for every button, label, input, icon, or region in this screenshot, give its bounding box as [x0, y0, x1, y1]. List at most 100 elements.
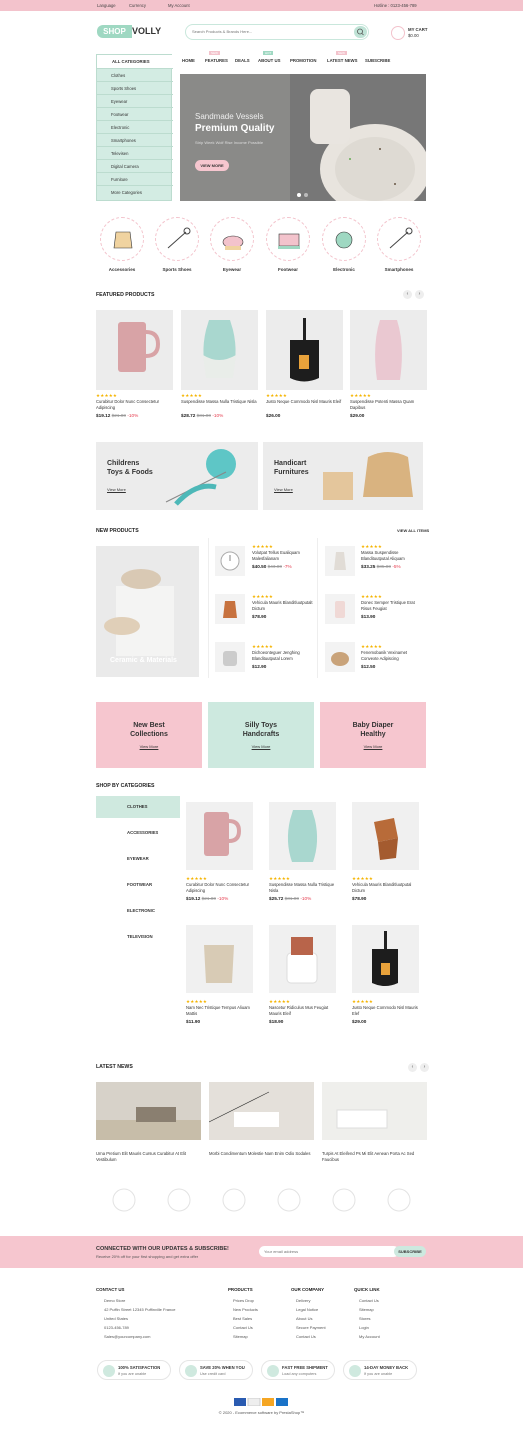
product-thumb[interactable] — [215, 546, 245, 576]
nav-subscribe[interactable]: SUBSCRIBE — [365, 58, 390, 63]
nav-deals[interactable]: DEALS — [235, 58, 250, 63]
news-title[interactable]: Urna Pretium Elit Mauris Cursus Curabitu… — [96, 1151, 201, 1162]
icon-electronic[interactable] — [322, 217, 366, 261]
product-name[interactable]: Volutpat Tellus Eualiquam Malesfalianam — [252, 550, 314, 561]
category-item-furniture[interactable]: Furniture — [97, 173, 173, 186]
featured-next-button[interactable]: › — [415, 290, 424, 299]
tile2-link[interactable]: View More — [208, 744, 314, 749]
category-item-footwear[interactable]: Footwear — [97, 108, 173, 121]
product-image[interactable] — [186, 925, 253, 993]
hero-button[interactable]: VIEW MORE — [195, 160, 229, 171]
tile-collections[interactable]: New Best Collections View More — [96, 702, 202, 768]
product-name[interactable]: Vehicula Mauris Blanditluutputal Dictum — [352, 882, 422, 893]
product-name[interactable]: Fenemobanik Vexinamet Convexte Adipiscin… — [361, 650, 423, 661]
product-name[interactable]: Suspendisse Massa Nulla Tristique Nisla — [181, 399, 258, 405]
promo-banner-toys[interactable]: Childrens Toys & Foods View More — [96, 442, 258, 510]
footer-link[interactable]: Contact Us — [296, 1332, 316, 1342]
product-name[interactable]: Vehicula Mauris Blanditluutputalt Dictum — [252, 600, 314, 611]
news-prev-button[interactable]: ‹ — [408, 1063, 417, 1072]
tab-accessories[interactable]: ACCESSORIES — [96, 822, 180, 844]
product-image[interactable] — [96, 310, 173, 390]
account-link[interactable]: My Account — [168, 3, 190, 8]
product-thumb[interactable] — [325, 642, 355, 672]
news-next-button[interactable]: › — [420, 1063, 429, 1072]
search-input[interactable] — [192, 29, 342, 34]
product-thumb[interactable] — [215, 642, 245, 672]
currency-select[interactable]: Currency — [129, 3, 146, 8]
icon-smartphones[interactable] — [377, 217, 421, 261]
product-image[interactable] — [181, 310, 258, 390]
product-name[interactable]: Justo Neque Commodo Nisl Mauris Eleif — [266, 399, 343, 405]
category-item-clothes[interactable]: Clothes — [97, 69, 173, 82]
hero-slider[interactable]: Sandmade Vessels Premium Quality Strip W… — [180, 74, 426, 201]
tile-diaper[interactable]: Baby Diaper Healthy View More — [320, 702, 426, 768]
slider-dot-1[interactable] — [297, 193, 301, 197]
product-thumb[interactable] — [325, 594, 355, 624]
nav-news[interactable]: LATEST NEWS — [327, 58, 357, 63]
tile-handcrafts[interactable]: Silly Toys Handcrafts View More — [208, 702, 314, 768]
footer-link[interactable]: My Account — [359, 1332, 380, 1342]
news-title[interactable]: Morbi Condimentum Molestie Nam Enim Odio… — [209, 1151, 314, 1157]
product-name[interactable]: Dichoeonteguer Jenghing Blandituutputal … — [252, 650, 314, 661]
category-item-eyewear[interactable]: Eyewear — [97, 95, 173, 108]
tab-television[interactable]: TELEVISION — [96, 926, 180, 948]
language-select[interactable]: Language — [97, 3, 116, 8]
product-image[interactable] — [186, 802, 253, 870]
icon-eyewear[interactable] — [210, 217, 254, 261]
category-item-sports-shoes[interactable]: Sports Shoes — [97, 82, 173, 95]
icon-sports-shoes[interactable] — [155, 217, 199, 261]
search-button[interactable] — [354, 26, 367, 38]
tile3-link[interactable]: View More — [320, 744, 426, 749]
product-name[interactable]: Suspendisse Potenti Massa Quam Dapibus — [350, 399, 427, 410]
product-name[interactable]: Curabitur Dolor Nunc Consectetur Adipisc… — [96, 399, 173, 410]
nav-home[interactable]: HOME — [182, 58, 195, 63]
icon-accessories[interactable] — [100, 217, 144, 261]
promo2-link[interactable]: View More — [274, 487, 293, 492]
category-header[interactable]: ALL CATEGORIES — [97, 55, 173, 69]
news-image[interactable] — [322, 1082, 427, 1140]
promo-banner-furniture[interactable]: Handicart Furnitures View More — [263, 442, 423, 510]
product-name[interactable]: Massa Suspendisse Blandituutputal Aliqua… — [361, 550, 423, 561]
category-item-more[interactable]: More Categories — [97, 186, 173, 199]
product-thumb[interactable] — [325, 546, 355, 576]
news-image[interactable] — [208, 1082, 314, 1140]
slider-dot-2[interactable] — [304, 193, 308, 197]
product-image[interactable] — [269, 802, 336, 870]
product-image[interactable] — [269, 925, 336, 993]
category-item-digital-camera[interactable]: Digital Camera — [97, 160, 173, 173]
product-name[interactable]: Nascetur Ridiculus Mus Feugiat Mauris El… — [269, 1005, 339, 1016]
tab-electronic[interactable]: ELECTRONIC — [96, 900, 180, 922]
product-name[interactable]: Justo Neque Commodo Nisl Mauris Elef — [352, 1005, 422, 1016]
product-image[interactable] — [350, 310, 427, 390]
news-image[interactable] — [96, 1082, 201, 1140]
product-image[interactable] — [352, 925, 419, 993]
product-image[interactable] — [266, 310, 343, 390]
tab-eyewear[interactable]: EYEWEAR — [96, 848, 180, 870]
product-thumb[interactable] — [215, 594, 245, 624]
icon-footwear[interactable] — [266, 217, 310, 261]
product-name[interactable]: Donec Semper Tristique Erat Risus Feugia… — [361, 600, 423, 611]
category-item-smartphones[interactable]: Smartphones — [97, 134, 173, 147]
product-name[interactable]: Nam Nec Tristique Tempus Aliuam Mattis — [186, 1005, 256, 1016]
new-products-banner[interactable]: Ceramic & Materials — [96, 546, 199, 677]
product-name[interactable]: Curabitur Dolor Nunc Consectetur Adipisc… — [186, 882, 256, 893]
category-item-electronic[interactable]: Electronic — [97, 121, 173, 134]
nav-about[interactable]: ABOUT US — [258, 58, 280, 63]
nav-features[interactable]: FEATURES — [205, 58, 228, 63]
cart-button[interactable]: MY CART $0.00 — [391, 26, 431, 40]
subscribe-button[interactable]: SUBSCRIBE — [394, 1246, 426, 1257]
footer-link[interactable]: Sitemap — [233, 1332, 248, 1342]
promo1-link[interactable]: View More — [107, 487, 126, 492]
nav-promotion[interactable]: PROMOTION — [290, 58, 317, 63]
view-all-link[interactable]: VIEW ALL ITEMS — [397, 528, 429, 533]
newsletter-email-input[interactable] — [259, 1246, 399, 1257]
logo[interactable]: SHOP VOLLY — [97, 25, 161, 38]
tab-footwear[interactable]: FOOTWEAR — [96, 874, 180, 896]
tab-clothes[interactable]: CLOTHES — [96, 796, 180, 818]
product-image[interactable] — [352, 802, 419, 870]
tile1-link[interactable]: View More — [96, 744, 202, 749]
product-name[interactable]: Suspendisse Massa Nulla Tristique Nisla — [269, 882, 339, 893]
category-item-televisen[interactable]: Televisen — [97, 147, 173, 160]
news-title[interactable]: Turpis At Eleifend Ps Mi Elit Aenean Por… — [322, 1151, 427, 1162]
featured-prev-button[interactable]: ‹ — [403, 290, 412, 299]
